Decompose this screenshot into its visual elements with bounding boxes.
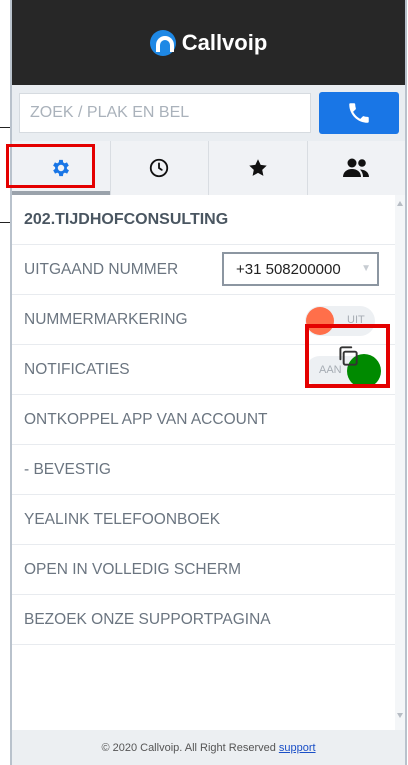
confirm-label: - BEVESTIG <box>24 460 111 478</box>
app-header: Callvoip <box>12 0 405 85</box>
scroll-up-arrow[interactable] <box>397 201 403 206</box>
outgoing-number-row: UITGAAND NUMMER +31 508200000 ▼ <box>12 245 399 295</box>
confirm-row[interactable]: - BEVESTIG <box>12 445 399 495</box>
support-link[interactable]: support <box>279 742 316 754</box>
tab-settings[interactable] <box>12 141 111 195</box>
clock-icon <box>150 158 169 178</box>
yealink-phonebook-row: YEALINK TELEFOONBOEK <box>12 495 399 545</box>
outgoing-number-value: +31 508200000 <box>236 260 341 278</box>
outgoing-number-select[interactable]: +31 508200000 ▼ <box>222 252 379 286</box>
tab-bar <box>12 141 405 195</box>
settings-list: 202.TIJDHOFCONSULTING UITGAAND NUMMER +3… <box>12 195 399 730</box>
open-fullscreen-label: OPEN IN VOLLEDIG SCHERM <box>24 560 242 578</box>
phone-icon <box>349 103 369 123</box>
outgoing-number-label: UITGAAND NUMMER <box>24 260 179 278</box>
annotation-line <box>0 222 10 223</box>
scroll-down-arrow[interactable] <box>397 713 403 718</box>
scrollbar[interactable] <box>395 195 405 730</box>
app-title: Callvoip <box>181 29 268 55</box>
star-icon <box>249 159 267 176</box>
people-icon <box>343 158 370 177</box>
open-fullscreen-row[interactable]: OPEN IN VOLLEDIG SCHERM <box>12 545 399 595</box>
support-page-label: BEZOEK ONZE SUPPORTPAGINA <box>24 610 271 628</box>
tab-contacts[interactable] <box>308 141 406 195</box>
search-input[interactable] <box>19 93 311 133</box>
annotation-line <box>0 127 10 128</box>
disconnect-app-label: ONTKOPPEL APP VAN ACCOUNT <box>24 410 268 428</box>
copy-button[interactable] <box>305 324 390 388</box>
yealink-phonebook-label: YEALINK TELEFOONBOEK <box>24 510 221 528</box>
search-bar <box>12 85 405 141</box>
copy-icon <box>338 346 358 366</box>
disconnect-app-row[interactable]: ONTKOPPEL APP VAN ACCOUNT <box>12 395 399 445</box>
footer: © 2020 Callvoip. All Right Reserved supp… <box>12 730 405 765</box>
gear-icon <box>52 159 69 177</box>
brand: Callvoip <box>149 29 268 56</box>
number-marking-label: NUMMERMARKERING <box>24 310 188 328</box>
account-name: 202.TIJDHOFCONSULTING <box>12 195 399 245</box>
callvoip-logo-icon <box>149 29 176 56</box>
tab-history[interactable] <box>111 141 209 195</box>
support-page-row[interactable]: BEZOEK ONZE SUPPORTPAGINA <box>12 595 399 645</box>
notifications-label: NOTIFICATIES <box>24 360 130 378</box>
chevron-down-icon: ▼ <box>361 263 371 274</box>
tab-favorites[interactable] <box>209 141 308 195</box>
copyright-text: © 2020 Callvoip. All Right Reserved <box>101 741 276 754</box>
call-button[interactable] <box>319 92 399 134</box>
